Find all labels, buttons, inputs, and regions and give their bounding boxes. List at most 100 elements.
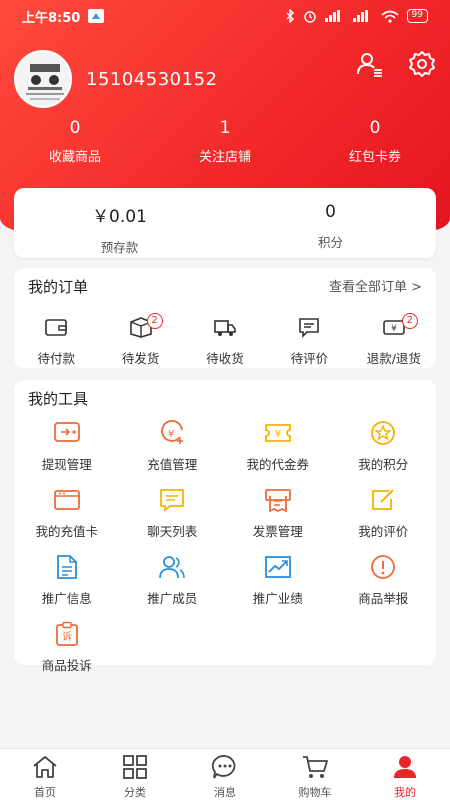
tool-promo-info[interactable]: 推广信息 (14, 554, 120, 607)
tool-label: 商品投诉 (41, 658, 92, 673)
chart-icon (264, 556, 291, 578)
stat-favorites[interactable]: 0 收藏商品 (0, 118, 150, 165)
svg-text:¥: ¥ (275, 429, 281, 440)
tab-label: 购物车 (298, 786, 332, 799)
status-bar: 上午8:50 99 (0, 0, 450, 32)
svg-text:¥: ¥ (168, 429, 174, 440)
svg-text:诉: 诉 (62, 630, 72, 643)
members-icon (159, 556, 186, 579)
wallet-value: 0 (325, 202, 336, 222)
tool-recharge-card[interactable]: 我的充值卡 (14, 487, 120, 540)
stat-label: 收藏商品 (48, 150, 101, 165)
wallet-card: ￥0.01 预存款 0 积分 (14, 188, 436, 258)
tool-report[interactable]: 商品举报 (331, 554, 437, 607)
status-time: 上午8:50 (22, 10, 81, 26)
tab-messages[interactable]: 消息 (180, 749, 270, 800)
alert-icon (371, 555, 396, 579)
tool-promo-members[interactable]: 推广成员 (120, 554, 226, 607)
chat-icon (160, 489, 185, 512)
order-pending-review[interactable]: 待评价 (267, 316, 351, 367)
tool-label: 推广成员 (147, 591, 198, 606)
wifi-icon (381, 10, 399, 23)
tab-category[interactable]: 分类 (90, 749, 180, 800)
tool-complaint[interactable]: 诉 商品投诉 (14, 621, 120, 674)
tools-title: 我的工具 (28, 390, 89, 408)
account-switch-icon[interactable] (356, 50, 384, 78)
order-pending-payment[interactable]: 待付款 (14, 316, 98, 367)
signal-icon-2 (352, 10, 368, 22)
tool-label: 我的评价 (358, 524, 409, 539)
stats-row: 0 收藏商品 1 关注店铺 0 红包卡券 (0, 118, 450, 165)
order-refund-return[interactable]: ¥ 2 退款/退货 (352, 313, 436, 367)
tab-home[interactable]: 首页 (0, 749, 90, 800)
order-pending-receipt[interactable]: 待收货 (183, 316, 267, 367)
tool-label: 推广信息 (41, 591, 92, 606)
wallet-icon (45, 319, 68, 336)
user-profile[interactable]: 15104530152 (14, 50, 217, 108)
wallet-label: 积分 (317, 235, 343, 250)
battery-indicator: 99 (406, 9, 428, 23)
tool-label: 充值管理 (147, 457, 198, 472)
tool-label: 推广业绩 (252, 591, 303, 606)
doc-icon (56, 555, 77, 579)
tool-my-review[interactable]: 我的评价 (331, 487, 437, 540)
cart-icon (303, 756, 328, 778)
truck-icon (214, 320, 236, 336)
withdraw-icon (53, 422, 80, 442)
orders-card: 我的订单 查看全部订单 > 待付款 2 待发货 待收货 待评价 ¥ 2 退款/退… (14, 268, 436, 368)
orders-title: 我的订单 (28, 278, 89, 296)
alarm-icon (303, 11, 316, 23)
review-icon (372, 489, 394, 510)
stat-followed-shops[interactable]: 1 关注店铺 (150, 118, 300, 165)
bottom-tab-bar: 首页 分类 消息 购物车 我的 (0, 748, 450, 800)
wallet-deposit[interactable]: ￥0.01 预存款 (14, 188, 225, 258)
comment-icon (299, 318, 320, 338)
voucher-icon: ¥ (264, 424, 291, 442)
card-icon (53, 490, 80, 510)
points-icon (371, 421, 396, 445)
tab-label: 首页 (34, 786, 56, 799)
tab-label: 我的 (394, 786, 416, 799)
stat-coupons[interactable]: 0 红包卡券 (300, 118, 450, 165)
tool-invoice[interactable]: 发票管理 (225, 487, 331, 540)
tool-voucher[interactable]: ¥ 我的代金券 (225, 420, 331, 473)
view-all-orders-link[interactable]: 查看全部订单 > (329, 276, 422, 295)
tool-label: 提现管理 (41, 457, 92, 472)
tool-label: 商品举报 (358, 591, 409, 606)
tab-cart[interactable]: 购物车 (270, 749, 360, 800)
order-label: 待发货 (121, 351, 160, 366)
tab-label: 分类 (124, 786, 146, 799)
invoice-icon (264, 489, 291, 513)
tab-mine[interactable]: 我的 (360, 749, 450, 800)
settings-gear-icon[interactable] (408, 50, 436, 78)
tool-points[interactable]: 我的积分 (331, 420, 437, 473)
stat-label: 关注店铺 (198, 150, 251, 165)
tool-chat-list[interactable]: 聊天列表 (120, 487, 226, 540)
recharge-icon: ¥ (161, 420, 184, 444)
avatar[interactable] (14, 50, 72, 108)
bluetooth-icon (286, 9, 294, 23)
tools-grid: 提现管理 ¥ 充值管理 ¥ 我的代金券 我的积分 我的充值卡 聊天列表 发票管理 (14, 420, 436, 674)
signal-icon (324, 10, 340, 22)
order-label: 退款/退货 (366, 351, 421, 366)
tools-card: 我的工具 提现管理 ¥ 充值管理 ¥ 我的代金券 我的积分 我的充值卡 聊天列表… (14, 380, 436, 673)
grid-icon (123, 755, 147, 779)
tool-recharge[interactable]: ¥ 充值管理 (120, 420, 226, 473)
tool-label: 聊天列表 (147, 524, 198, 539)
order-badge: 2 (146, 313, 163, 329)
app-notification-icon (88, 9, 105, 23)
tool-label: 我的充值卡 (35, 524, 98, 539)
complaint-icon: 诉 (55, 621, 78, 646)
tab-label: 消息 (214, 786, 236, 799)
wallet-points[interactable]: 0 积分 (225, 188, 436, 258)
tool-label: 我的代金券 (246, 457, 309, 472)
tool-withdraw[interactable]: 提现管理 (14, 420, 120, 473)
order-pending-shipment[interactable]: 2 待发货 (98, 313, 182, 367)
order-label: 待付款 (37, 351, 75, 366)
home-icon (33, 756, 57, 778)
user-phone: 15104530152 (86, 68, 218, 90)
user-icon (394, 756, 416, 778)
wallet-value: ￥0.01 (92, 207, 147, 227)
tool-promo-performance[interactable]: 推广业绩 (225, 554, 331, 607)
stat-value: 1 (219, 118, 231, 138)
